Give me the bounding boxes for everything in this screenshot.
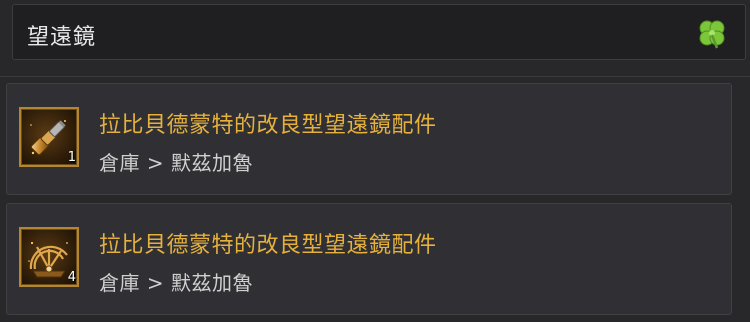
- divider: [0, 76, 750, 77]
- item-slot[interactable]: 4: [19, 227, 79, 287]
- item-name: 拉比貝德蒙特的改良型望遠鏡配件: [99, 233, 437, 258]
- result-item[interactable]: 1 拉比貝德蒙特的改良型望遠鏡配件 倉庫 > 默茲加魯: [6, 83, 732, 195]
- item-count: 4: [67, 270, 76, 285]
- item-count: 1: [67, 150, 76, 165]
- clover-icon[interactable]: [695, 17, 729, 51]
- search-input[interactable]: 望遠鏡: [12, 4, 746, 60]
- search-query-text: 望遠鏡: [27, 25, 97, 50]
- item-location: 倉庫 > 默茲加魯: [99, 271, 253, 295]
- search-window: 望遠鏡 1 拉比貝德蒙特的改良型望遠鏡配件 倉庫 > 默茲加魯 4 拉比貝德蒙特…: [0, 0, 750, 322]
- item-location: 倉庫 > 默茲加魯: [99, 151, 253, 175]
- item-name: 拉比貝德蒙特的改良型望遠鏡配件: [99, 113, 437, 138]
- result-item[interactable]: 4 拉比貝德蒙特的改良型望遠鏡配件 倉庫 > 默茲加魯: [6, 203, 732, 315]
- item-slot[interactable]: 1: [19, 107, 79, 167]
